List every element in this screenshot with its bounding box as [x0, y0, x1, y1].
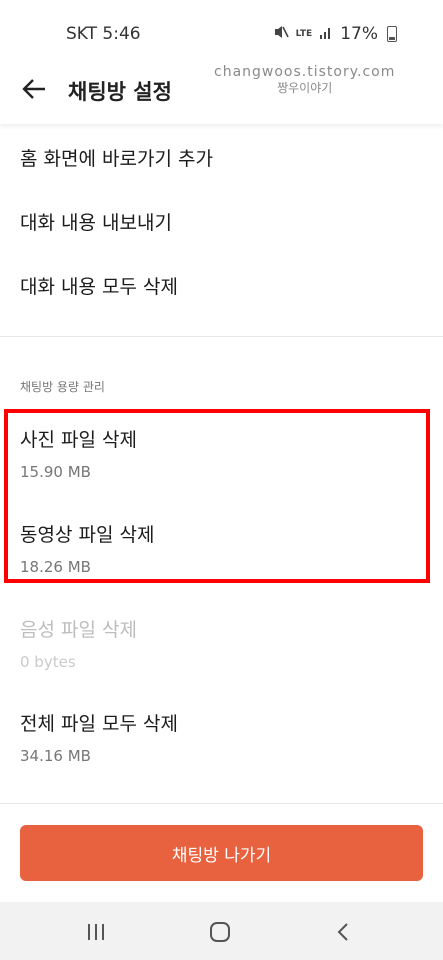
app-header: 채팅방 설정 changwoos.tistory.com 짱우이야기 — [0, 62, 443, 124]
back-icon[interactable] — [332, 920, 356, 944]
file-item-all-files[interactable]: 전체 파일 모두 삭제 34.16 MB — [20, 709, 178, 765]
menu-item-export-chat[interactable]: 대화 내용 내보내기 — [20, 208, 172, 235]
watermark: changwoos.tistory.com 짱우이야기 — [214, 64, 395, 96]
section-label-storage: 채팅방 용량 관리 — [20, 380, 105, 394]
page-title: 채팅방 설정 — [68, 80, 172, 104]
file-item-label: 음성 파일 삭제 — [20, 619, 137, 641]
system-nav-bar — [0, 902, 443, 960]
carrier-time: SKT 5:46 — [66, 24, 141, 44]
divider — [0, 336, 443, 337]
highlight-box — [4, 409, 430, 583]
status-icons: LTE 17% — [273, 24, 397, 44]
home-icon[interactable] — [208, 920, 232, 944]
recent-apps-icon[interactable] — [84, 920, 108, 944]
menu-item-delete-all-chat[interactable]: 대화 내용 모두 삭제 — [20, 272, 178, 299]
battery-icon — [387, 26, 397, 42]
exit-chatroom-button[interactable]: 채팅방 나가기 — [20, 825, 423, 881]
file-item-label: 전체 파일 모두 삭제 — [20, 713, 178, 735]
watermark-blog-name: 짱우이야기 — [277, 81, 333, 95]
file-item-size: 0 bytes — [20, 653, 76, 671]
divider — [0, 803, 443, 804]
lte-icon: LTE — [295, 29, 313, 39]
mute-vibrate-icon — [273, 24, 289, 44]
watermark-url: changwoos.tistory.com — [214, 64, 396, 80]
battery-percent: 17% — [340, 24, 378, 44]
status-bar: SKT 5:46 LTE 17% — [0, 0, 443, 62]
signal-icon — [319, 25, 333, 43]
file-item-voice: 음성 파일 삭제 0 bytes — [20, 615, 137, 671]
file-item-size: 34.16 MB — [20, 747, 91, 765]
back-arrow-icon[interactable] — [20, 74, 50, 104]
menu-item-home-shortcut[interactable]: 홈 화면에 바로가기 추가 — [20, 144, 213, 171]
